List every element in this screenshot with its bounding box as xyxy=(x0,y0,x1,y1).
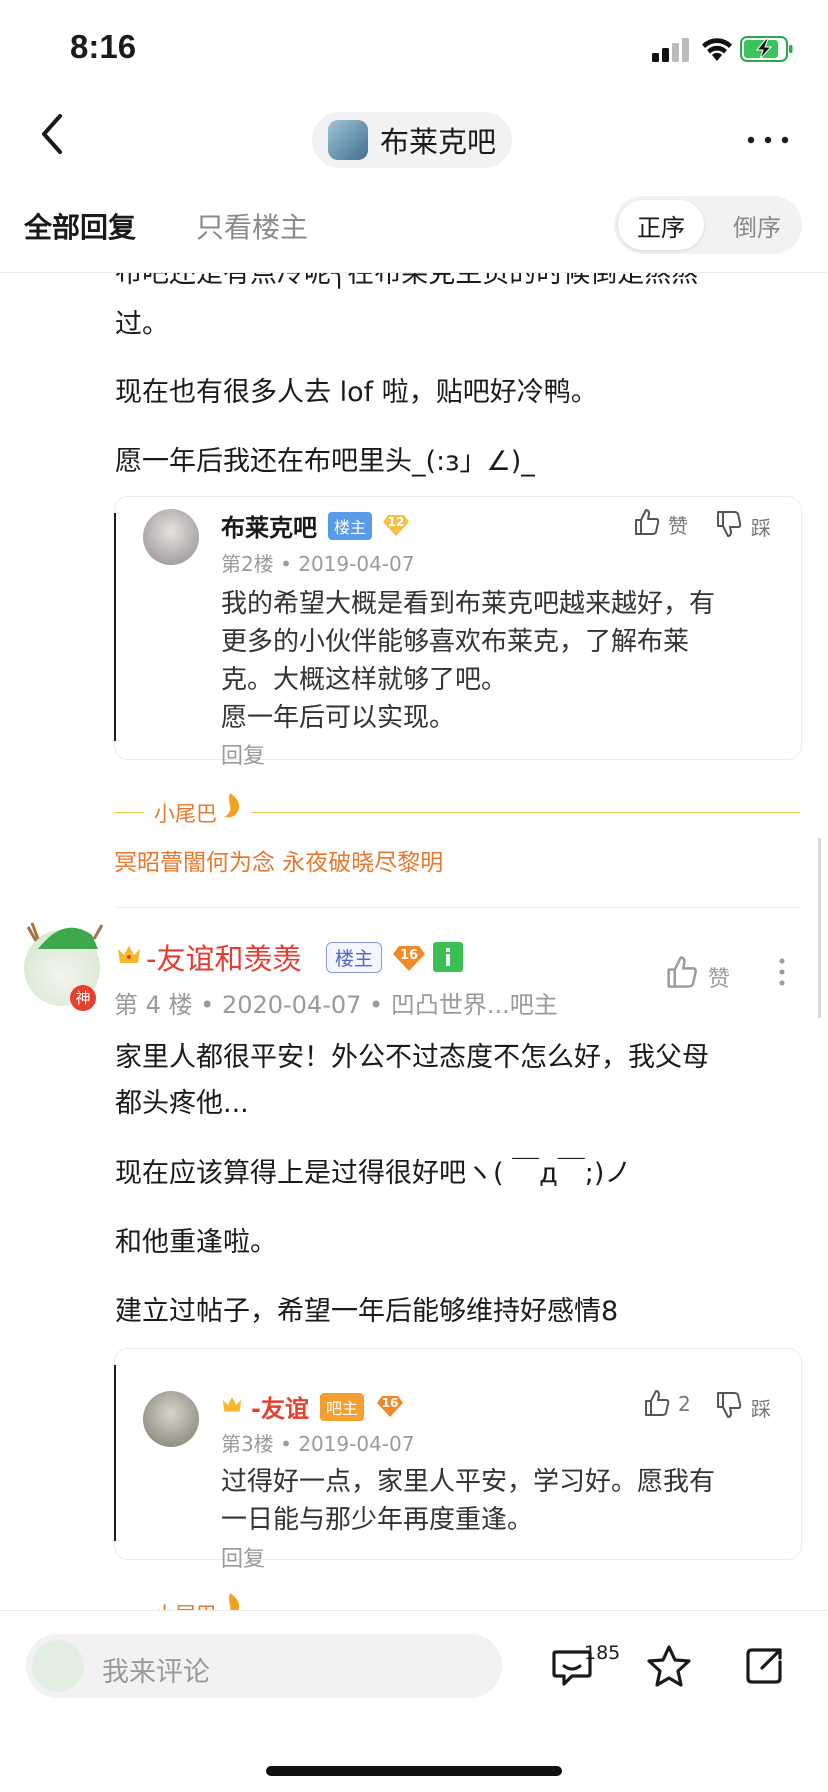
post-text-cut: 布吧还是有点冷呢╮在布莱克主页的时候倒是熬熬 xyxy=(115,273,699,289)
quote-left-border xyxy=(114,513,116,741)
favorite-star-icon[interactable] xyxy=(646,1644,692,1688)
info-icon xyxy=(446,948,450,966)
tail-divider xyxy=(114,812,144,813)
bottom-divider xyxy=(0,1610,828,1611)
avatar[interactable] xyxy=(143,509,199,565)
like-label[interactable]: 赞 xyxy=(708,961,730,993)
thumbs-up-icon[interactable] xyxy=(634,508,660,536)
quote-meta: 第2楼 • 2019-04-07 xyxy=(221,552,415,576)
sort-ascending-button[interactable]: 正序 xyxy=(618,200,704,250)
tail-divider xyxy=(252,812,800,813)
wifi-icon xyxy=(702,38,732,61)
like-count[interactable]: 2 xyxy=(678,1392,691,1416)
quote-text-line: 一日能与那少年再度重逢。 xyxy=(221,1505,534,1535)
comment-input[interactable] xyxy=(26,1634,502,1698)
tail-label: 小尾巴 xyxy=(154,1599,217,1610)
signal-icon xyxy=(652,38,689,62)
floor-meta: 第 4 楼 • 2020-04-07 • 凹凸世界...吧主 xyxy=(114,991,558,1019)
fire-tail-icon xyxy=(229,1593,239,1610)
level-badge: 16 xyxy=(376,1391,404,1419)
forum-avatar xyxy=(328,120,368,160)
quote-meta: 第3楼 • 2019-04-07 xyxy=(221,1432,415,1456)
floor-divider xyxy=(114,907,800,908)
post-text-line: 现在应该算得上是过得很好吧ヽ( ￣д￣;)ノ xyxy=(115,1158,632,1189)
post-text-line: 过。 xyxy=(115,309,169,340)
quote-text-line: 过得好一点，家里人平安，学习好。愿我有 xyxy=(221,1467,716,1497)
post-text-line: 和他重逢啦。 xyxy=(115,1227,277,1258)
comment-placeholder[interactable]: 我来评论 xyxy=(102,1650,210,1689)
quote-text-line: 更多的小伙伴能够喜欢布莱克，了解布莱 xyxy=(221,627,690,657)
info-badge xyxy=(433,942,463,972)
share-icon[interactable] xyxy=(742,1644,786,1688)
quote-text-line: 我的希望大概是看到布莱克吧越来越好，有 xyxy=(221,589,716,619)
quote-text-line: 克。大概这样就够了吧。 xyxy=(221,665,508,695)
post-text-line: 家里人都很平安！外公不过态度不怎么好，我父母 xyxy=(115,1042,709,1073)
post-text-line: 建立过帖子，希望一年后能够维持好感情8 xyxy=(115,1296,619,1327)
level-badge: 16 xyxy=(392,941,426,973)
scrollbar[interactable] xyxy=(818,838,821,1018)
quote-text-line: 愿一年后可以实现。 xyxy=(221,703,456,733)
quote-reply-button[interactable]: 回复 xyxy=(221,1541,265,1573)
status-time: 8:16 xyxy=(70,28,137,65)
level-number: 16 xyxy=(381,1396,399,1410)
floor-more-icon[interactable] xyxy=(778,957,786,987)
forum-pill[interactable]: 布莱克吧 xyxy=(312,112,513,168)
level-number: 12 xyxy=(387,515,405,529)
tab-owner-only[interactable]: 只看楼主 xyxy=(196,206,308,246)
battery-charging-icon xyxy=(740,36,793,62)
dislike-label[interactable]: 踩 xyxy=(751,512,771,541)
post-text-line: 都头疼他... xyxy=(115,1088,249,1119)
tail-label: 小尾巴 xyxy=(154,802,217,826)
crown-icon xyxy=(118,946,140,963)
post-text-line: 愿一年后我还在布吧里头_(:з」∠)_ xyxy=(115,446,535,477)
owner-badge: 楼主 xyxy=(328,512,373,540)
christmas-hat-icon xyxy=(26,922,104,949)
quote-left-border xyxy=(114,1365,116,1541)
my-avatar xyxy=(32,1640,84,1692)
back-arrow-icon[interactable] xyxy=(38,112,68,156)
tail-signature: 冥昭瞢闇何为念 永夜破晓尽黎明 xyxy=(114,850,444,876)
quote-reply-button[interactable]: 回复 xyxy=(221,738,265,770)
crown-icon xyxy=(222,1397,242,1412)
owner-badge: 楼主 xyxy=(326,942,383,973)
dislike-label[interactable]: 踩 xyxy=(751,1393,771,1422)
forum-name: 布莱克吧 xyxy=(380,125,497,159)
level-badge: 12 xyxy=(382,510,410,538)
quote-author-name[interactable]: 布莱克吧 xyxy=(221,508,317,543)
thumbs-up-icon[interactable] xyxy=(666,955,698,989)
author-name[interactable]: -友谊和羡羡 xyxy=(146,936,301,978)
post-text-line: 现在也有很多人去 lof 啦，贴吧好冷鸭。 xyxy=(115,377,598,408)
fire-tail-icon xyxy=(224,793,239,818)
level-number: 16 xyxy=(399,948,419,963)
thumbs-down-icon[interactable] xyxy=(716,510,742,538)
forum-admin-badge: 吧主 xyxy=(320,1393,365,1421)
quote-author-name[interactable]: -友谊 xyxy=(251,1389,309,1424)
thumbs-up-icon[interactable] xyxy=(644,1389,670,1417)
more-icon[interactable] xyxy=(746,128,790,152)
avatar[interactable] xyxy=(143,1391,199,1447)
thumbs-down-icon[interactable] xyxy=(716,1391,742,1419)
comment-count: 185 xyxy=(584,1642,621,1664)
thread-content[interactable]: 布吧还是有点冷呢╮在布莱克主页的时候倒是熬熬 过。 现在也有很多人去 lof 啦… xyxy=(0,273,828,1610)
tab-all-replies[interactable]: 全部回复 xyxy=(24,206,136,246)
home-indicator[interactable] xyxy=(266,1766,562,1776)
sort-descending-button[interactable]: 倒序 xyxy=(716,200,798,250)
god-badge: 神 xyxy=(70,985,96,1011)
like-label[interactable]: 赞 xyxy=(668,510,688,539)
